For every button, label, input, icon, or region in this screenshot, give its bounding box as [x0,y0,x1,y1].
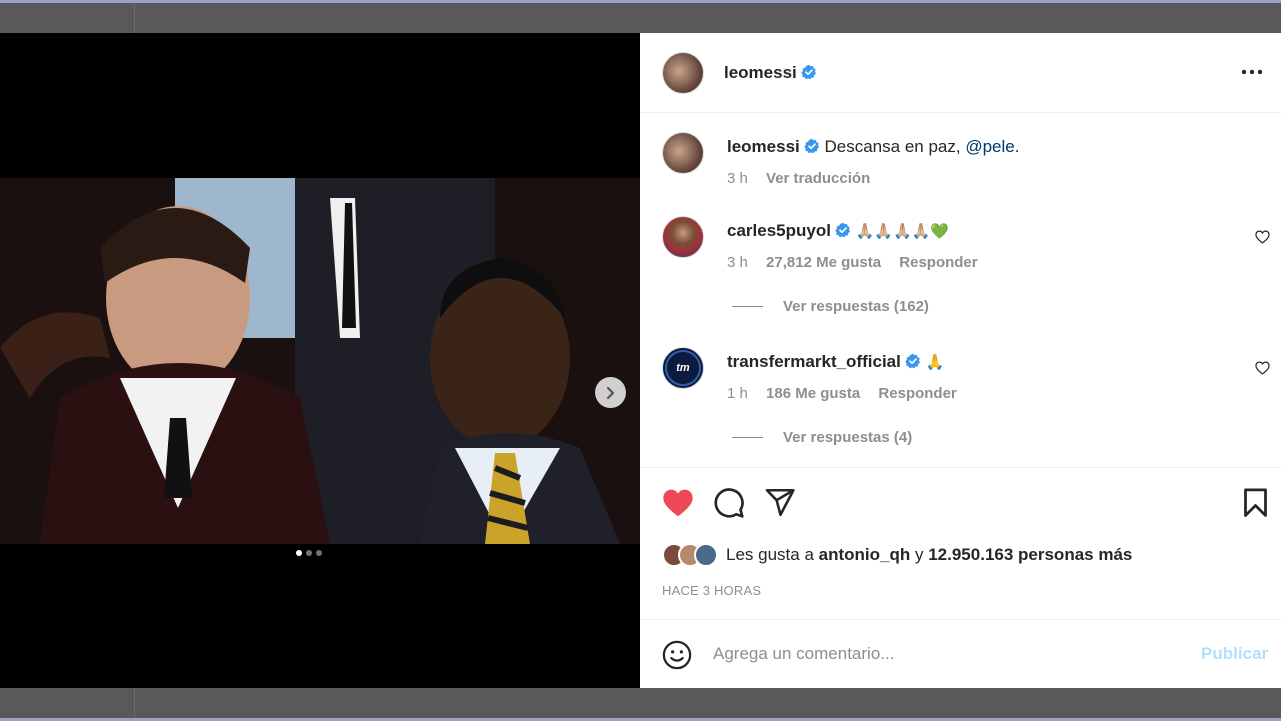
verified-badge-icon [835,222,850,238]
see-translation-link[interactable]: Ver traducción [766,170,870,187]
more-horizontal-icon[interactable] [1241,69,1263,75]
comment-username[interactable]: transfermarkt_official [727,352,901,371]
view-replies-button[interactable]: Ver respuestas (4) [732,429,912,446]
carousel-indicator [296,550,322,556]
replies-dash [732,437,763,438]
liker-username[interactable]: antonio_qh [819,545,911,565]
caption-mention[interactable]: @pele [965,137,1014,156]
post-header: leomessi [640,33,1281,113]
caption-text: leomessi Descansa en paz, @pele. [727,137,1019,157]
likes-prefix: Les gusta a [726,545,814,564]
comment-body: 🙏 [925,353,945,371]
comment-text: transfermarkt_official 🙏 [727,352,944,372]
caption-time[interactable]: 3 h [727,170,748,187]
post-photo[interactable] [0,178,640,544]
view-replies-label[interactable]: Ver respuestas (162) [783,298,929,315]
add-comment-bar: Publicar [640,619,1281,688]
post-actions: Les gusta a antonio_qh y 12.950.163 pers… [640,467,1281,619]
comment-meta: 3 h 27,812 Me gusta Responder [727,254,992,271]
reply-button[interactable]: Responder [878,385,956,402]
avatar[interactable]: tm [662,347,704,389]
likes-connector: y [914,545,924,564]
reply-button[interactable]: Responder [899,254,977,271]
likes-count-link[interactable]: 12.950.163 personas más [928,545,1132,565]
browser-top-bar [0,0,1281,33]
like-heart-icon[interactable] [662,488,694,518]
photo-illustration [0,178,640,544]
view-replies-label[interactable]: Ver respuestas (4) [783,429,912,446]
caption-username[interactable]: leomessi [727,137,800,156]
comment-like-heart-icon[interactable] [1255,230,1270,244]
carousel-dot [316,550,322,556]
bookmark-icon[interactable] [1243,488,1268,518]
top-accent-line [0,0,1281,3]
carousel-dot [306,550,312,556]
verified-badge-icon [801,64,816,80]
avatar[interactable] [662,52,704,94]
verified-badge-icon [905,353,920,369]
comment-input[interactable] [713,636,1183,672]
view-replies-button[interactable]: Ver respuestas (162) [732,298,929,315]
comment-like-heart-icon[interactable] [1255,361,1270,375]
next-image-button[interactable] [595,377,626,408]
post-timestamp[interactable]: HACE 3 HORAS [662,583,761,598]
logo-text: tm [676,362,690,374]
replies-dash [732,306,763,307]
comment-text: carles5puyol 🙏🏼🙏🏼🙏🏼🙏🏼💚 [727,221,949,241]
comment-like-count[interactable]: 27,812 Me gusta [766,254,881,271]
author-username-block[interactable]: leomessi [724,63,817,83]
avatar[interactable] [662,132,704,174]
verified-badge-icon [804,138,819,154]
post-side-panel: leomessi leomessi Descansa en paz, @pele… [640,33,1281,688]
browser-bottom-bar [0,688,1281,721]
author-username[interactable]: leomessi [724,63,797,82]
chevron-right-icon [606,386,614,399]
caption-trailing: . [1014,137,1020,156]
comment-time[interactable]: 1 h [727,385,748,402]
bottom-divider [134,688,135,721]
emoji-smile-icon[interactable] [662,640,692,670]
comment-body: 🙏🏼🙏🏼🙏🏼🙏🏼💚 [855,222,950,240]
post-media [0,33,640,688]
caption-body: Descansa en paz, [824,137,961,156]
caption-meta: 3 h Ver traducción [727,170,884,187]
comment-time[interactable]: 3 h [727,254,748,271]
avatar[interactable] [694,543,718,567]
transfermarkt-logo: tm [665,350,701,386]
likes-summary: Les gusta a antonio_qh y 12.950.163 pers… [662,542,1132,568]
comment-username[interactable]: carles5puyol [727,221,831,240]
comment-icon[interactable] [713,487,745,519]
share-send-icon[interactable] [765,488,796,517]
avatar[interactable] [662,216,704,258]
comment-like-count[interactable]: 186 Me gusta [766,385,860,402]
publish-button[interactable]: Publicar [1201,644,1268,664]
top-divider [134,3,135,33]
comment-meta: 1 h 186 Me gusta Responder [727,385,971,402]
liker-avatars [662,543,718,567]
carousel-dot [296,550,302,556]
comments-list: leomessi Descansa en paz, @pele. 3 h Ver… [640,114,1281,467]
